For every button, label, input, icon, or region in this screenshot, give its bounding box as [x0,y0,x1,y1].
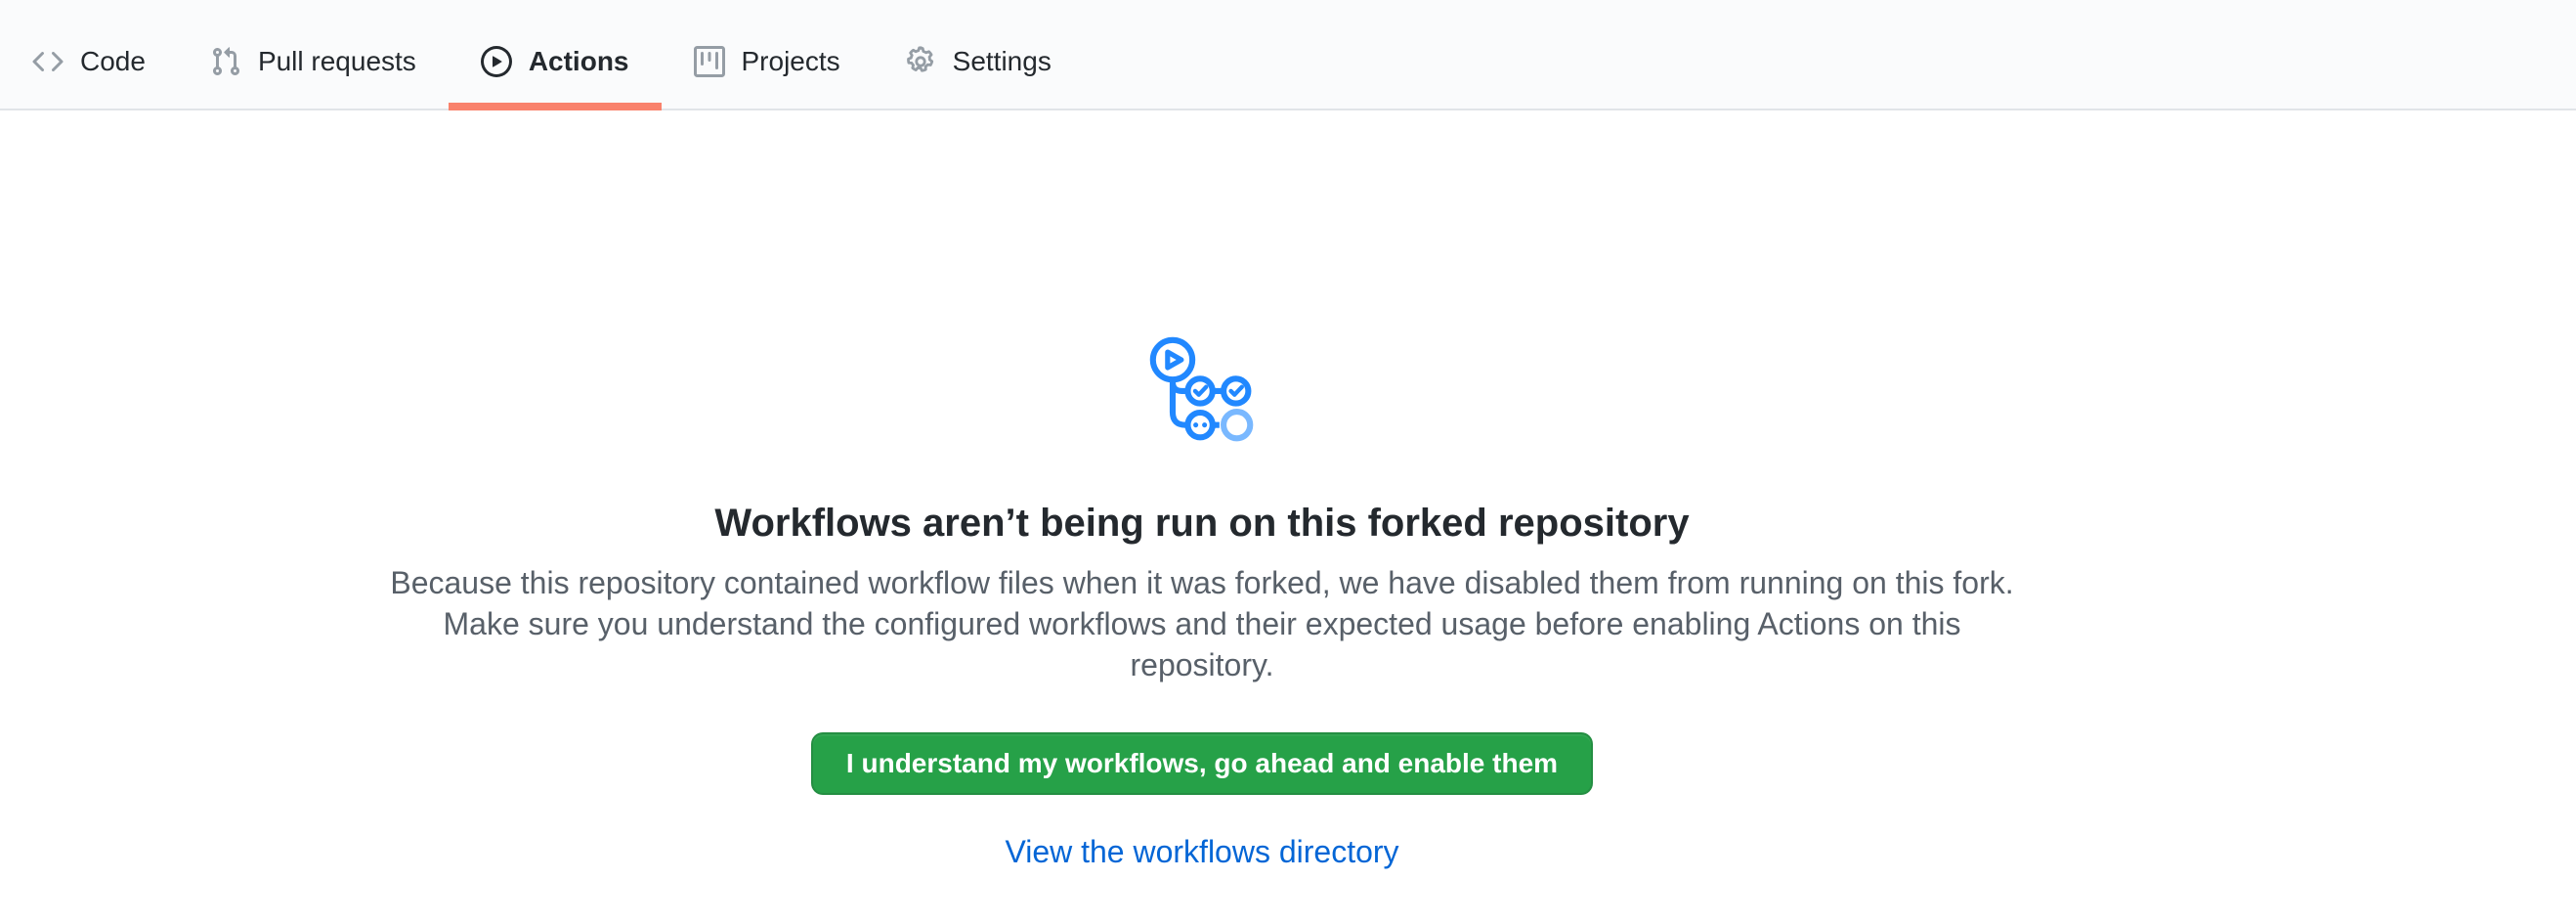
tab-settings-label: Settings [953,46,1052,77]
tab-actions[interactable]: Actions [449,0,662,109]
gear-icon [905,46,936,77]
tab-pull-requests[interactable]: Pull requests [178,0,449,109]
view-workflows-directory-link[interactable]: View the workflows directory [0,832,2404,871]
page-title: Workflows aren’t being run on this forke… [0,498,2404,549]
play-circle-icon [481,46,512,77]
active-tab-indicator [449,103,662,110]
tab-code[interactable]: Code [0,0,178,109]
tab-projects-label: Projects [742,46,840,77]
tab-actions-label: Actions [529,46,629,77]
tab-settings[interactable]: Settings [873,0,1084,109]
git-pull-request-icon [210,46,241,77]
tab-projects[interactable]: Projects [662,0,873,109]
tab-code-label: Code [80,46,146,77]
project-board-icon [694,46,725,77]
enable-workflows-button[interactable]: I understand my workflows, go ahead and … [811,732,1593,795]
blankslate-description: Because this repository contained workfl… [381,562,2023,685]
code-icon [32,46,64,77]
actions-disabled-blankslate: Workflows aren’t being run on this forke… [0,110,2404,871]
repo-tab-nav: Code Pull requests Actions Projects Sett… [0,0,2576,110]
workflow-graph-icon [1142,330,1262,450]
tab-pull-requests-label: Pull requests [258,46,416,77]
